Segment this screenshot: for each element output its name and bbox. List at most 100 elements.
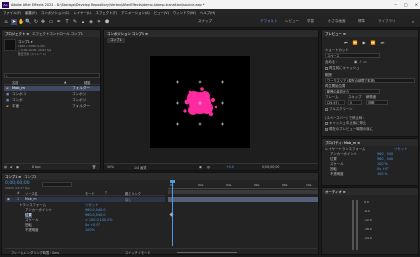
tab-project[interactable]: プロジェクト ≡: [5, 31, 29, 36]
frame-rate-select[interactable]: (29.97): [325, 100, 345, 105]
next-frame-icon[interactable]: ⏩: [371, 40, 376, 45]
search-icon[interactable]: ⌕: [410, 19, 416, 25]
audio-toggle-icon[interactable]: ♪: [359, 60, 361, 64]
menu-effect[interactable]: エフェクト(T): [96, 10, 118, 15]
new-comp-icon[interactable]: ▣: [16, 165, 19, 169]
fullscreen-checkbox[interactable]: フルスクリーン: [325, 107, 353, 112]
reset-link[interactable]: リセット: [394, 147, 408, 152]
resolution-select[interactable]: 自動: [366, 100, 388, 105]
bit-depth[interactable]: 8 bpc: [32, 165, 41, 169]
menu-view[interactable]: ビュー(V): [154, 10, 169, 15]
brush-tool-icon[interactable]: ✎: [72, 19, 78, 25]
prop-opacity-value[interactable]: 100 %: [377, 172, 388, 177]
cache-checkbox[interactable]: 再生前にキャッシュ: [325, 66, 360, 71]
range-select[interactable]: ワークエリア (現在の時間で拡張): [325, 78, 415, 83]
workspace-review[interactable]: レビュー: [285, 19, 299, 24]
workspace-libraries[interactable]: ライブラリ: [378, 19, 396, 24]
tab-properties[interactable]: プロパティ: Mob_m ≡: [325, 140, 360, 145]
tab-audio[interactable]: オーディオ ≡: [325, 189, 346, 194]
stop-option-1[interactable]: キャッシュ中止後に停止: [325, 121, 366, 126]
rotate-tool-icon[interactable]: ↻: [33, 19, 39, 25]
work-area-bar[interactable]: [168, 190, 318, 194]
list-item[interactable]: ▰ 平面 フォルダー: [4, 104, 100, 109]
tab-effect-controls[interactable]: エフェクトコントロール コンプ1: [32, 31, 83, 36]
camera-icon[interactable]: ◉: [199, 165, 202, 169]
menu-layer[interactable]: レイヤー(L): [74, 10, 92, 15]
tab-timeline-comp2[interactable]: コンプ2: [24, 174, 36, 179]
list-item[interactable]: ▣ コンポ コンポジ: [4, 98, 100, 103]
home-icon[interactable]: ⌂: [3, 19, 9, 25]
layer-name[interactable]: Mob_m: [25, 197, 36, 201]
column-mode[interactable]: モード: [85, 191, 95, 196]
menu-file[interactable]: ファイル(F): [3, 10, 21, 15]
comp-canvas[interactable]: [150, 56, 250, 148]
close-button[interactable]: ✕: [415, 2, 418, 7]
zoom-select[interactable]: 50%: [107, 165, 114, 169]
new-folder-icon[interactable]: ▰: [10, 165, 12, 169]
overlay-toggle-icon[interactable]: ▭: [363, 60, 366, 64]
video-toggle-icon[interactable]: ▣: [354, 60, 357, 64]
zoom-tool-icon[interactable]: 🔍: [25, 19, 31, 25]
column-parent[interactable]: 親とリンク: [125, 191, 141, 196]
project-search-input[interactable]: ⌕: [4, 73, 100, 78]
last-frame-icon[interactable]: ⏭: [381, 40, 385, 45]
column-source[interactable]: ソース名: [25, 191, 38, 196]
column-trackmatte[interactable]: T: [105, 191, 107, 195]
comp-timecode[interactable]: 0;00;00;00: [262, 165, 279, 169]
skip-field[interactable]: 0: [348, 100, 362, 105]
clone-stamp-tool-icon[interactable]: ▴: [80, 19, 86, 25]
prop-opacity-value[interactable]: 100%: [85, 228, 95, 233]
maximize-button[interactable]: □: [404, 2, 408, 7]
eye-icon[interactable]: ◉: [7, 197, 10, 201]
layer-parent[interactable]: なし: [125, 197, 131, 202]
minimize-button[interactable]: ─: [394, 2, 396, 7]
selection-tool-icon[interactable]: ➤: [11, 19, 17, 25]
timeline-search-input[interactable]: [42, 182, 72, 187]
checkbox[interactable]: [325, 66, 328, 70]
prev-frame-icon[interactable]: ⏪: [353, 40, 358, 45]
workspace-default[interactable]: デフォルト: [260, 19, 278, 24]
list-item[interactable]: ▣ コンポ 1 コンポジ: [4, 92, 100, 97]
menu-help[interactable]: ヘルプ(H): [200, 10, 215, 15]
snap-toggle[interactable]: スナップ: [198, 19, 212, 24]
column-name[interactable]: 名前: [12, 80, 18, 85]
eraser-tool-icon[interactable]: ◈: [88, 19, 94, 25]
puppet-tool-icon[interactable]: ⬟: [104, 19, 110, 25]
color-channel-icon[interactable]: ◍: [207, 165, 210, 169]
menu-edit[interactable]: 編集(E): [25, 10, 37, 15]
shortcut-select[interactable]: スペース: [325, 53, 380, 58]
tab-preview[interactable]: プレビュー ≡: [325, 31, 346, 36]
menu-animation[interactable]: アニメーション(A): [121, 10, 150, 15]
hand-tool-icon[interactable]: ✋: [18, 19, 24, 25]
workspace-learn[interactable]: 学習: [307, 19, 314, 24]
zoom-slider[interactable]: [177, 252, 237, 253]
stop-option-2[interactable]: 現在のプレビュー時間の後に: [325, 127, 373, 132]
switches-modes-toggle[interactable]: スイッチ / モード: [125, 250, 150, 255]
rectangle-tool-icon[interactable]: ▭: [48, 19, 54, 25]
checkbox[interactable]: [325, 121, 328, 125]
pan-behind-tool-icon[interactable]: ✥: [40, 19, 46, 25]
menu-window[interactable]: ウィンドウ(W): [173, 10, 196, 15]
tab-timeline-comp1[interactable]: コンプ1 ≡: [5, 174, 21, 179]
pen-tool-icon[interactable]: ✒: [56, 19, 62, 25]
menu-composition[interactable]: コンポジション(C): [41, 10, 70, 15]
table-row[interactable]: ◉ 1 Mob_m なし: [5, 197, 165, 202]
interpret-footage-icon[interactable]: ▤: [4, 165, 7, 169]
first-frame-icon[interactable]: ⏮: [344, 40, 348, 45]
playhead-handle[interactable]: [170, 180, 175, 183]
workspace-small-screen[interactable]: 小さな画面: [328, 19, 346, 24]
comp-breadcrumb[interactable]: コンプ1: [107, 38, 125, 43]
checkbox[interactable]: [325, 107, 328, 111]
checkbox[interactable]: [325, 127, 328, 131]
column-sort-icon[interactable]: ▲: [64, 80, 66, 84]
time-ruler[interactable]: 0s 02s 04s 06s 08s 10s: [168, 181, 318, 189]
play-icon[interactable]: ▶: [363, 40, 366, 45]
roto-brush-tool-icon[interactable]: ✶: [96, 19, 102, 25]
list-item[interactable]: ▰ Mob_m フォルダー: [4, 86, 100, 91]
type-tool-icon[interactable]: T: [64, 19, 70, 25]
resolution-select[interactable]: 1/4 画質: [134, 165, 147, 170]
play-from-select[interactable]: 範囲の最初から: [325, 89, 380, 94]
tab-composition[interactable]: コンポジション コンプ1 ≡: [107, 31, 148, 36]
column-type[interactable]: 種類: [84, 80, 90, 85]
workspace-standard[interactable]: 標準: [358, 19, 365, 24]
